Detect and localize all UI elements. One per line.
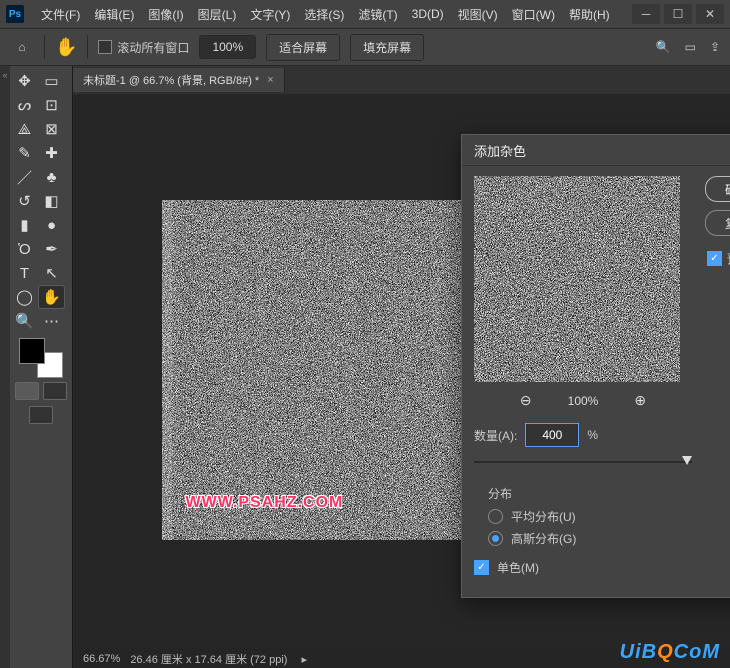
mask-mode-quick[interactable] [43, 382, 67, 400]
amount-slider[interactable] [474, 453, 692, 471]
menu-help[interactable]: 帮助(H) [562, 6, 617, 23]
gaussian-label: 高斯分布(G) [511, 530, 576, 547]
eraser-tool-icon[interactable]: ◧ [39, 190, 64, 212]
fit-screen-button[interactable]: 适合屏幕 [266, 34, 340, 61]
pen-tool-icon[interactable]: ✒ [39, 238, 64, 260]
reset-button[interactable]: 复位 [705, 210, 730, 236]
checkbox-icon [474, 560, 489, 575]
toolbox: ✥▭ ᔕ⊡ ⟁⊠ ✎✚ ／♣ ↺◧ ▮● Ὁ✒ T↖ ◯✋ 🔍⋯ [10, 66, 73, 668]
status-zoom[interactable]: 66.67% [83, 653, 120, 665]
amount-input[interactable] [525, 423, 579, 447]
monochrome-label: 单色(M) [497, 559, 539, 576]
uniform-label: 平均分布(U) [511, 508, 576, 525]
path-select-tool-icon[interactable]: ↖ [39, 262, 64, 284]
frame-tool-icon[interactable]: ⊠ [39, 118, 64, 140]
type-tool-icon[interactable]: T [12, 262, 37, 284]
window-maximize-button[interactable]: ☐ [664, 4, 692, 24]
document-tab[interactable]: 未标题-1 @ 66.7% (背景, RGB/8#) * × [73, 68, 285, 92]
menu-type[interactable]: 文字(Y) [243, 6, 297, 23]
panel-icon[interactable]: ▭ [685, 40, 696, 54]
radio-icon [488, 509, 503, 524]
amount-label: 数量(A): [474, 427, 517, 444]
menu-filter[interactable]: 滤镜(T) [351, 6, 404, 23]
zoom-in-icon[interactable]: ⊕ [634, 392, 646, 409]
blur-tool-icon[interactable]: ● [39, 214, 64, 236]
quick-select-tool-icon[interactable]: ⊡ [39, 94, 64, 116]
status-chevron-icon[interactable]: ▸ [301, 653, 307, 666]
search-icon[interactable]: 🔍 [656, 40, 671, 54]
ok-button[interactable]: 确定 [705, 176, 730, 202]
preview-zoom-level: 100% [568, 394, 599, 408]
heal-tool-icon[interactable]: ✚ [39, 142, 64, 164]
more-tools-icon[interactable]: ⋯ [39, 310, 64, 332]
lasso-tool-icon[interactable]: ᔕ [12, 94, 37, 116]
gradient-tool-icon[interactable]: ▮ [12, 214, 37, 236]
add-noise-dialog: 添加杂色 ✕ ⊖ 100% ⊕ 数量(A): % [461, 134, 730, 598]
brand-watermark: UiBQCoM [620, 641, 720, 664]
window-close-button[interactable]: ✕ [696, 4, 724, 24]
checkbox-icon [707, 251, 722, 266]
workspace: 未标题-1 @ 66.7% (背景, RGB/8#) * × WWW.PSAHZ… [73, 66, 730, 668]
shape-tool-icon[interactable]: ◯ [12, 286, 37, 308]
stamp-tool-icon[interactable]: ♣ [39, 166, 64, 188]
watermark-text: WWW.PSAHZ.COM [186, 494, 344, 512]
distribution-label: 分布 [488, 485, 692, 502]
menu-edit[interactable]: 编辑(E) [87, 6, 141, 23]
menu-select[interactable]: 选择(S) [297, 6, 351, 23]
marquee-tool-icon[interactable]: ▭ [39, 70, 64, 92]
menu-view[interactable]: 视图(V) [451, 6, 505, 23]
zoom-100-button[interactable]: 100% [199, 35, 256, 59]
slider-thumb[interactable] [682, 456, 692, 465]
divider [87, 35, 88, 59]
share-icon[interactable]: ⇪ [710, 40, 720, 54]
ps-logo: Ps [6, 5, 24, 23]
home-icon[interactable]: ⌂ [10, 35, 34, 59]
mask-mode-standard[interactable] [15, 382, 39, 400]
dialog-titlebar[interactable]: 添加杂色 ✕ [462, 135, 730, 166]
hand-tool-icon[interactable]: ✋ [55, 37, 77, 58]
gaussian-radio[interactable]: 高斯分布(G) [488, 530, 692, 547]
panel-grip[interactable]: « [0, 66, 10, 668]
zoom-tool-icon[interactable]: 🔍 [12, 310, 37, 332]
color-swatches[interactable] [19, 338, 63, 378]
menu-layer[interactable]: 图层(L) [191, 6, 244, 23]
window-minimize-button[interactable]: ─ [632, 4, 660, 24]
status-dims: 26.46 厘米 x 17.64 厘米 (72 ppi) [130, 651, 287, 667]
fill-screen-button[interactable]: 填充屏幕 [350, 34, 424, 61]
history-brush-tool-icon[interactable]: ↺ [12, 190, 37, 212]
slider-track [474, 461, 692, 463]
dialog-title: 添加杂色 [474, 141, 526, 160]
hand-tool-icon[interactable]: ✋ [39, 286, 64, 308]
checkbox-icon [98, 40, 112, 54]
scroll-all-label: 滚动所有窗口 [117, 39, 189, 56]
move-tool-icon[interactable]: ✥ [12, 70, 37, 92]
document-tab-title: 未标题-1 @ 66.7% (背景, RGB/8#) * [83, 72, 259, 88]
dodge-tool-icon[interactable]: Ὁ [12, 238, 37, 260]
menu-3d[interactable]: 3D(D) [405, 7, 451, 21]
foreground-swatch[interactable] [19, 338, 45, 364]
menu-image[interactable]: 图像(I) [141, 6, 190, 23]
menu-file[interactable]: 文件(F) [34, 6, 87, 23]
zoom-out-icon[interactable]: ⊖ [520, 392, 532, 409]
screen-mode-icon[interactable] [29, 406, 53, 424]
eyedropper-tool-icon[interactable]: ✎ [12, 142, 37, 164]
scroll-all-checkbox[interactable]: 滚动所有窗口 [98, 39, 189, 56]
close-tab-icon[interactable]: × [267, 74, 273, 86]
dialog-preview[interactable] [474, 176, 680, 382]
divider [44, 35, 45, 59]
preview-checkbox[interactable]: 预览(P) [707, 250, 730, 267]
brush-tool-icon[interactable]: ／ [12, 166, 37, 188]
monochrome-checkbox[interactable]: 单色(M) [474, 559, 692, 576]
crop-tool-icon[interactable]: ⟁ [12, 118, 37, 140]
radio-icon [488, 531, 503, 546]
percent-label: % [587, 428, 598, 442]
options-bar: ⌂ ✋ 滚动所有窗口 100% 适合屏幕 填充屏幕 🔍 ▭ ⇪ [0, 28, 730, 66]
uniform-radio[interactable]: 平均分布(U) [488, 508, 692, 525]
title-bar: Ps 文件(F) 编辑(E) 图像(I) 图层(L) 文字(Y) 选择(S) 滤… [0, 0, 730, 28]
document-tab-bar: 未标题-1 @ 66.7% (背景, RGB/8#) * × [73, 66, 730, 94]
menu-window[interactable]: 窗口(W) [505, 6, 562, 23]
